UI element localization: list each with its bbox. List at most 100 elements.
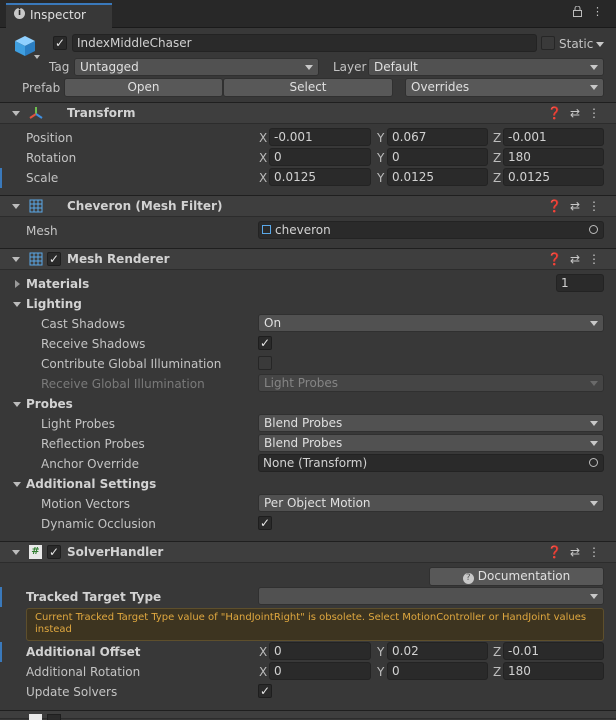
active-checkbox[interactable]: ✓ bbox=[53, 36, 67, 50]
mesh-renderer-enabled-checkbox[interactable]: ✓ bbox=[47, 252, 61, 266]
reflection-probes-dropdown[interactable]: Blend Probes bbox=[258, 434, 604, 452]
prefab-select-button[interactable]: Select bbox=[223, 78, 393, 97]
mesh-value: cheveron bbox=[275, 223, 331, 237]
tag-dropdown[interactable]: Untagged bbox=[74, 58, 319, 76]
solver-handler-header[interactable]: # ✓ SolverHandler ❓⇄⋮ bbox=[0, 541, 616, 563]
object-picker-icon[interactable] bbox=[589, 225, 598, 234]
component-menu-icon[interactable]: ⋮ bbox=[588, 199, 608, 213]
overrides-dropdown[interactable]: Overrides bbox=[405, 78, 604, 97]
foldout-arrow-icon[interactable] bbox=[15, 280, 20, 288]
name-field[interactable]: IndexMiddleChaser bbox=[72, 34, 537, 52]
axis-y-label: Y bbox=[377, 171, 385, 185]
foldout-arrow-icon[interactable] bbox=[12, 111, 20, 116]
object-picker-icon[interactable] bbox=[589, 458, 598, 467]
foldout-arrow-icon[interactable] bbox=[13, 482, 21, 487]
foldout-arrow-icon[interactable] bbox=[13, 302, 21, 307]
update-solvers-checkbox[interactable]: ✓ bbox=[258, 684, 272, 698]
dynamic-occlusion-row: Dynamic Occlusion ✓ bbox=[0, 514, 616, 534]
additional-rotation-x-field[interactable]: 0 bbox=[269, 662, 371, 680]
presets-icon[interactable]: ⇄ bbox=[570, 199, 588, 213]
additional-rotation-z-field[interactable]: 180 bbox=[503, 662, 604, 680]
warning-box: Current Tracked Target Type value of "Ha… bbox=[26, 608, 604, 641]
solver-handler-enabled-checkbox[interactable]: ✓ bbox=[47, 545, 61, 559]
axis-x-label: X bbox=[259, 151, 268, 165]
help-icon[interactable]: ❓ bbox=[547, 545, 570, 559]
scale-y-field[interactable]: 0.0125 bbox=[387, 168, 488, 186]
additional-rotation-y-field[interactable]: 0 bbox=[387, 662, 488, 680]
mesh-icon bbox=[262, 225, 271, 234]
materials-label: Materials bbox=[26, 277, 90, 291]
motion-vectors-label: Motion Vectors bbox=[41, 497, 130, 511]
mesh-filter-header[interactable]: Cheveron (Mesh Filter) ❓⇄⋮ bbox=[0, 195, 616, 217]
component-header-icons[interactable]: ❓⇄⋮ bbox=[547, 199, 608, 213]
foldout-arrow-icon[interactable] bbox=[13, 402, 21, 407]
transform-header[interactable]: Transform ❓⇄⋮ bbox=[0, 102, 616, 124]
help-icon[interactable]: ❓ bbox=[547, 106, 570, 120]
component-header-icons[interactable]: ❓⇄⋮ bbox=[547, 106, 608, 120]
mesh-filter-icon bbox=[29, 199, 43, 213]
mesh-renderer-icon bbox=[29, 252, 43, 266]
chevron-down-icon bbox=[590, 441, 598, 446]
mesh-object-field[interactable]: cheveron bbox=[258, 221, 604, 239]
layer-dropdown[interactable]: Default bbox=[368, 58, 604, 76]
position-x-field[interactable]: -0.001 bbox=[269, 128, 371, 146]
probes-label: Probes bbox=[26, 397, 73, 411]
component-menu-icon[interactable]: ⋮ bbox=[588, 106, 608, 120]
light-probes-dropdown[interactable]: Blend Probes bbox=[258, 414, 604, 432]
materials-row[interactable]: Materials 1 bbox=[0, 274, 616, 294]
contribute-gi-row: Contribute Global Illumination bbox=[0, 354, 616, 374]
materials-count-field[interactable]: 1 bbox=[556, 274, 604, 292]
additional-offset-x-field[interactable]: 0 bbox=[269, 642, 371, 660]
receive-gi-value: Light Probes bbox=[264, 376, 339, 390]
component-header-icons[interactable]: ❓⇄⋮ bbox=[547, 545, 608, 559]
rotation-x-field[interactable]: 0 bbox=[269, 148, 371, 166]
receive-shadows-checkbox[interactable]: ✓ bbox=[258, 336, 272, 350]
scale-z-field[interactable]: 0.0125 bbox=[503, 168, 604, 186]
checkbox-partial bbox=[47, 714, 61, 720]
help-icon[interactable]: ❓ bbox=[547, 252, 570, 266]
axis-x-label: X bbox=[259, 131, 268, 145]
component-header-icons[interactable]: ❓⇄⋮ bbox=[547, 252, 608, 266]
prefab-open-button[interactable]: Open bbox=[64, 78, 223, 97]
scale-x-field[interactable]: 0.0125 bbox=[269, 168, 371, 186]
rotation-y-field[interactable]: 0 bbox=[387, 148, 488, 166]
mesh-renderer-header[interactable]: ✓ Mesh Renderer ❓⇄⋮ bbox=[0, 248, 616, 270]
foldout-arrow-icon[interactable] bbox=[12, 550, 20, 555]
lock-icon[interactable] bbox=[573, 5, 582, 17]
tag-label: Tag bbox=[49, 60, 70, 74]
tab-inspector[interactable]: i Inspector bbox=[6, 3, 112, 28]
additional-offset-z-field[interactable]: -0.01 bbox=[503, 642, 604, 660]
foldout-arrow-icon[interactable] bbox=[12, 204, 20, 209]
motion-vectors-dropdown[interactable]: Per Object Motion bbox=[258, 494, 604, 512]
presets-icon[interactable]: ⇄ bbox=[570, 545, 588, 559]
dynamic-occlusion-checkbox[interactable]: ✓ bbox=[258, 516, 272, 530]
next-component-header[interactable] bbox=[0, 710, 616, 720]
documentation-button[interactable]: ? Documentation bbox=[429, 567, 604, 586]
cast-shadows-dropdown[interactable]: On bbox=[258, 314, 604, 332]
static-dropdown-arrow[interactable] bbox=[596, 42, 604, 47]
rotation-z-field[interactable]: 180 bbox=[503, 148, 604, 166]
static-checkbox[interactable] bbox=[541, 36, 555, 50]
presets-icon[interactable]: ⇄ bbox=[570, 106, 588, 120]
additional-settings-row[interactable]: Additional Settings bbox=[0, 474, 616, 494]
axis-z-label: Z bbox=[493, 151, 502, 165]
component-menu-icon[interactable]: ⋮ bbox=[588, 252, 608, 266]
foldout-arrow-icon[interactable] bbox=[12, 257, 20, 262]
gameobject-icon-dropdown[interactable] bbox=[34, 55, 40, 59]
position-y-field[interactable]: 0.067 bbox=[387, 128, 488, 146]
additional-offset-y-field[interactable]: 0.02 bbox=[387, 642, 488, 660]
position-z-field[interactable]: -0.001 bbox=[503, 128, 604, 146]
anchor-override-field[interactable]: None (Transform) bbox=[258, 454, 604, 472]
contribute-gi-checkbox[interactable] bbox=[258, 356, 272, 370]
tracked-target-dropdown[interactable] bbox=[258, 587, 604, 605]
lighting-row[interactable]: Lighting bbox=[0, 294, 616, 314]
probes-row[interactable]: Probes bbox=[0, 394, 616, 414]
more-options-icon[interactable]: ⋮ bbox=[592, 5, 603, 18]
info-icon: i bbox=[14, 8, 25, 19]
presets-icon[interactable]: ⇄ bbox=[570, 252, 588, 266]
transform-title: Transform bbox=[67, 106, 136, 120]
additional-offset-row: Additional Offset X 0 Y 0.02 Z -0.01 bbox=[0, 642, 616, 662]
help-icon[interactable]: ❓ bbox=[547, 199, 570, 213]
component-menu-icon[interactable]: ⋮ bbox=[588, 545, 608, 559]
axis-x-label: X bbox=[259, 171, 268, 185]
